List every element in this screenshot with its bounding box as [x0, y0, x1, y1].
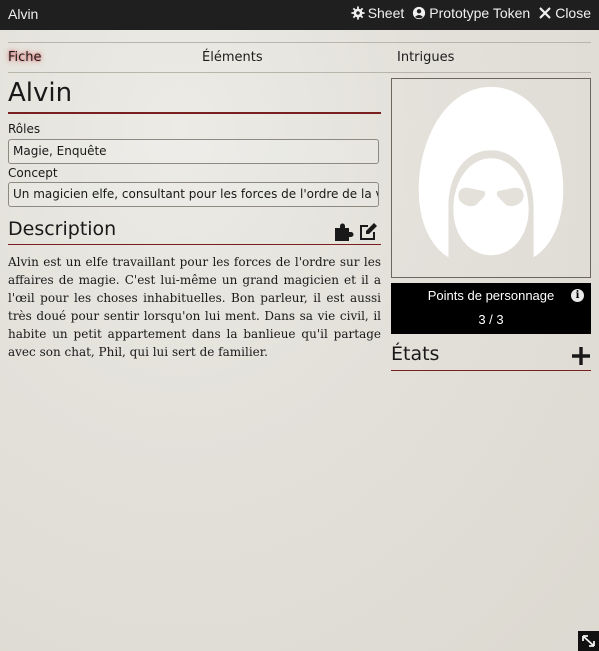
- tab-elements[interactable]: Éléments: [202, 50, 263, 65]
- description-text[interactable]: Alvin est un elfe travaillant pour les f…: [8, 253, 381, 361]
- user-circle-icon: [413, 6, 426, 20]
- character-points-panel: Points de personnage i 3 / 3: [391, 283, 591, 334]
- description-underline: [8, 244, 381, 245]
- hooded-figure-icon: [418, 86, 564, 258]
- states-underline: [391, 370, 591, 371]
- roles-field[interactable]: Magie, Enquête: [8, 139, 379, 164]
- roles-label: Rôles: [8, 122, 41, 136]
- character-sheet-window: Alvin Sheet Prototype Token Close Fiche …: [0, 0, 599, 651]
- puzzle-icon[interactable]: [333, 220, 355, 242]
- tabs-top-divider: [8, 42, 591, 43]
- close-button[interactable]: Close: [538, 5, 591, 21]
- points-value[interactable]: 3 / 3: [391, 312, 591, 327]
- prototype-token-button[interactable]: Prototype Token: [412, 5, 530, 21]
- cog-icon: [351, 6, 365, 20]
- plus-icon[interactable]: [570, 345, 592, 367]
- window-titlebar[interactable]: Alvin Sheet Prototype Token Close: [0, 0, 599, 30]
- description-heading: Description: [8, 218, 117, 240]
- character-portrait[interactable]: [391, 78, 591, 278]
- concept-label: Concept: [8, 166, 58, 180]
- window-title: Alvin: [8, 6, 39, 22]
- character-name[interactable]: Alvin: [8, 78, 72, 108]
- tab-fiche[interactable]: Fiche: [8, 50, 42, 65]
- close-label: Close: [555, 5, 591, 21]
- name-underline: [8, 112, 381, 114]
- tab-intrigues[interactable]: Intrigues: [397, 50, 454, 65]
- sheet-button[interactable]: Sheet: [351, 5, 405, 21]
- edit-icon[interactable]: [357, 220, 379, 242]
- resize-handle[interactable]: [578, 631, 599, 651]
- resize-icon: [582, 635, 595, 647]
- description-actions: [333, 220, 379, 242]
- prototype-token-label: Prototype Token: [429, 5, 531, 21]
- sheet-tabs: Fiche Éléments Intrigues: [0, 48, 599, 70]
- states-heading: États: [391, 343, 440, 365]
- info-icon[interactable]: i: [571, 289, 584, 302]
- sheet-label: Sheet: [367, 5, 405, 21]
- tabs-bottom-divider: [8, 72, 591, 73]
- window-controls: Sheet Prototype Token Close: [351, 5, 591, 21]
- close-icon: [539, 7, 551, 19]
- points-title: Points de personnage: [427, 288, 555, 303]
- concept-field[interactable]: Un magicien elfe, consultant pour les fo…: [8, 182, 379, 207]
